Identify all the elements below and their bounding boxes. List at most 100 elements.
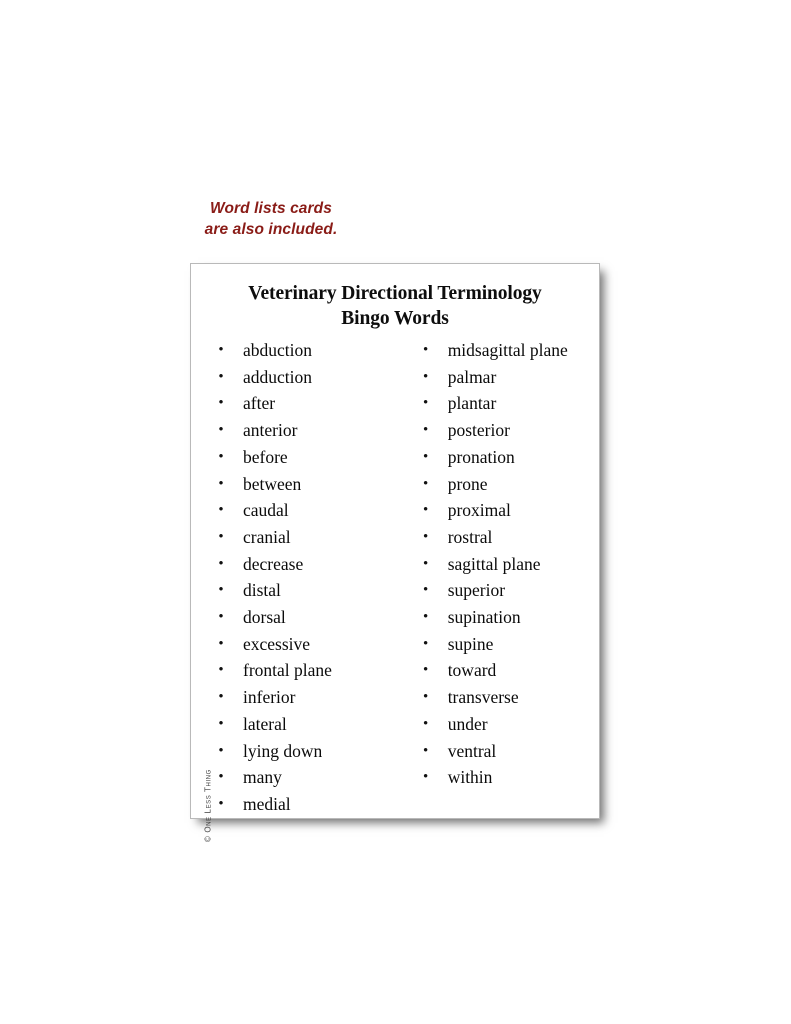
- word-label: after: [243, 393, 276, 414]
- word-list-item: • between: [212, 471, 401, 498]
- bullet-icon: •: [218, 555, 224, 572]
- word-list-item: • abduction: [212, 337, 401, 364]
- word-list-item: • dorsal: [212, 604, 401, 631]
- word-list-item: • anterior: [212, 417, 401, 444]
- word-label: rostral: [447, 526, 493, 547]
- bullet-icon: •: [218, 742, 224, 759]
- word-list-item: • frontal plane: [212, 657, 401, 684]
- bullet-icon: •: [423, 342, 429, 358]
- word-list-item: • proximal: [417, 497, 599, 524]
- word-label: caudal: [243, 500, 289, 521]
- word-label: ventral: [447, 740, 497, 761]
- word-list-item: • midsagittal plane: [417, 337, 599, 364]
- word-list-item: • posterior: [417, 417, 599, 444]
- bullet-icon: •: [423, 635, 429, 652]
- bullet-icon: •: [218, 582, 224, 599]
- word-list-item: • many: [212, 764, 401, 791]
- bullet-icon: •: [218, 635, 224, 652]
- annotation-note-line-2: are also included.: [204, 221, 338, 238]
- bullet-icon: •: [423, 422, 429, 439]
- word-list-item: • adduction: [212, 364, 401, 391]
- word-label: between: [243, 473, 302, 494]
- bullet-icon: •: [423, 715, 429, 732]
- word-label: lying down: [243, 740, 323, 761]
- word-label: abduction: [243, 340, 313, 360]
- word-label: palmar: [447, 366, 497, 387]
- word-list-item: • supine: [417, 631, 599, 658]
- word-label: lateral: [243, 713, 287, 734]
- word-label: cranial: [243, 526, 291, 547]
- word-label: many: [243, 767, 282, 788]
- bullet-icon: •: [218, 422, 224, 439]
- bullet-icon: •: [218, 795, 224, 812]
- word-label: toward: [447, 660, 497, 681]
- word-label: proximal: [447, 500, 511, 521]
- bullet-icon: •: [423, 689, 429, 706]
- bullet-icon: •: [423, 475, 429, 492]
- bullet-icon: •: [218, 395, 224, 412]
- bullet-icon: •: [218, 475, 224, 492]
- card-title: Veterinary Directional Terminology Bingo…: [191, 264, 599, 331]
- bullet-icon: •: [423, 555, 429, 572]
- bullet-icon: •: [423, 395, 429, 412]
- card-title-line-2: Bingo Words: [341, 308, 449, 329]
- word-list-item: • superior: [417, 577, 599, 604]
- bullet-icon: •: [423, 582, 429, 599]
- word-label: adduction: [243, 366, 313, 387]
- word-label: midsagittal plane: [447, 340, 568, 360]
- word-label: anterior: [243, 420, 298, 441]
- page-canvas: Word lists cards are also included. Vete…: [0, 0, 791, 1024]
- word-label: transverse: [447, 687, 519, 708]
- word-label: under: [447, 713, 488, 734]
- card-title-line-1: Veterinary Directional Terminology: [248, 283, 542, 304]
- word-label: sagittal plane: [447, 553, 541, 574]
- word-list-item: • rostral: [417, 524, 599, 551]
- word-list-item: • excessive: [212, 631, 401, 658]
- bullet-icon: •: [218, 528, 224, 545]
- word-label: before: [243, 446, 288, 467]
- bullet-icon: •: [423, 368, 429, 385]
- word-list-item: • plantar: [417, 390, 599, 417]
- word-label: prone: [447, 473, 488, 494]
- word-label: within: [447, 767, 493, 788]
- bullet-icon: •: [423, 448, 429, 465]
- bullet-icon: •: [218, 368, 224, 385]
- word-list-item: • ventral: [417, 738, 599, 765]
- bullet-icon: •: [218, 502, 224, 519]
- word-label: distal: [243, 580, 281, 601]
- bullet-icon: •: [423, 609, 429, 626]
- word-label: superior: [447, 580, 506, 601]
- word-label: dorsal: [243, 607, 286, 628]
- bullet-icon: •: [218, 715, 224, 732]
- word-list-item: • before: [212, 444, 401, 471]
- annotation-note: Word lists cards are also included.: [131, 198, 411, 240]
- bullet-icon: •: [423, 662, 429, 679]
- word-label: pronation: [447, 446, 515, 467]
- word-label: medial: [243, 793, 291, 814]
- word-list-item: • after: [212, 390, 401, 417]
- word-label: excessive: [243, 633, 311, 654]
- word-label: supination: [447, 607, 521, 628]
- word-label: inferior: [243, 687, 296, 708]
- word-columns: • abduction • adduction • after • anterior • befo…: [191, 331, 599, 818]
- bullet-icon: •: [218, 609, 224, 626]
- word-list-item: • prone: [417, 471, 599, 498]
- word-list-item: • inferior: [212, 684, 401, 711]
- bullet-icon: •: [218, 448, 224, 465]
- word-list-item: • sagittal plane: [417, 551, 599, 578]
- word-label: posterior: [447, 420, 510, 441]
- word-list-card: Veterinary Directional Terminology Bingo…: [190, 263, 600, 842]
- bullet-icon: •: [423, 528, 429, 545]
- bullet-icon: •: [423, 502, 429, 519]
- word-list-item: • distal: [212, 577, 401, 604]
- annotation-note-line-1: Word lists cards: [210, 200, 332, 217]
- bullet-icon: •: [423, 769, 429, 786]
- word-list-item: • toward: [417, 657, 599, 684]
- bullet-icon: •: [218, 342, 224, 358]
- copyright-stamp: © One Less Thing: [203, 769, 213, 842]
- word-label: plantar: [447, 393, 497, 414]
- bullet-icon: •: [218, 662, 224, 679]
- word-list-item: • lying down: [212, 738, 401, 765]
- word-list-item: • palmar: [417, 364, 599, 391]
- word-list-item: • under: [417, 711, 599, 738]
